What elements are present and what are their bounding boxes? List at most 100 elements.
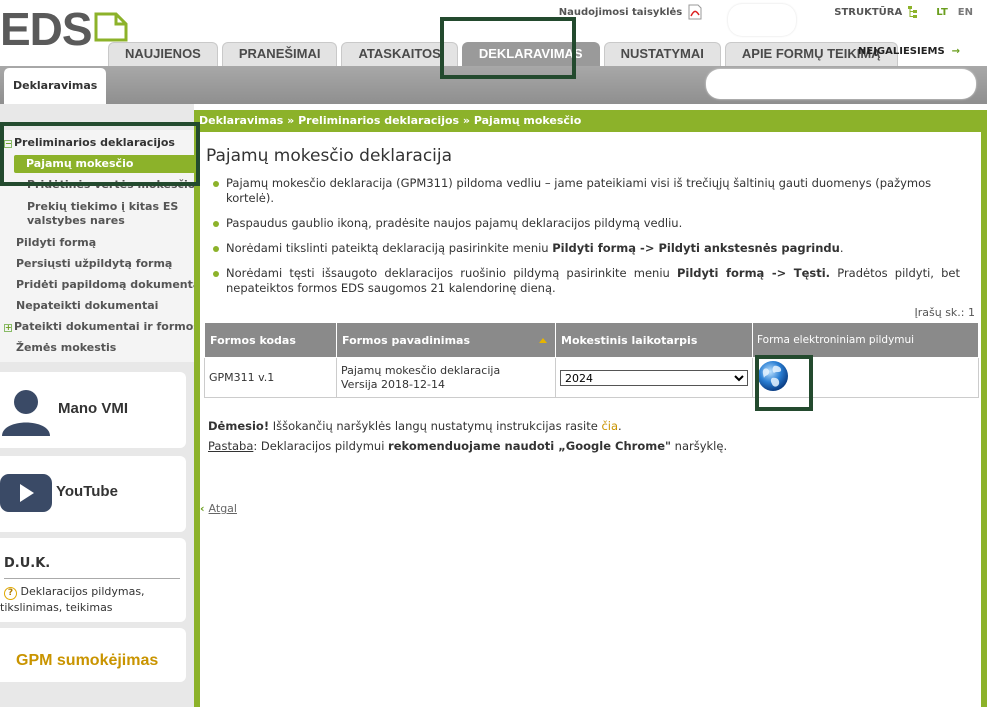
sidebar-item-pajamu-mokescio[interactable]: Pajamų mokesčio [14, 155, 194, 173]
sidebar-item-pildyti-forma[interactable]: Pildyti formą [16, 236, 96, 249]
col-header-form: Forma elektroniniam pildymui [752, 322, 979, 358]
sidebar-item-pvm[interactable]: Pridėtinės vertės mokesčio [27, 178, 195, 191]
redacted-search-area [706, 69, 976, 99]
sitemap-icon [908, 6, 918, 18]
tab-ataskaitos[interactable]: ATASKAITOS [341, 42, 458, 66]
record-count: Įrašų sk.: 1 [914, 306, 975, 319]
cell-period: 2024 [555, 357, 753, 398]
breadcrumb-pajamu: » Pajamų mokesčio [462, 114, 582, 127]
sidebar-item-prekiu-tiekimo-cont[interactable]: valstybes nares [27, 214, 125, 227]
collapse-icon[interactable]: − [4, 140, 12, 148]
note-label: Pastaba [208, 439, 254, 453]
page-title: Pajamų mokesčio deklaracija [206, 146, 453, 166]
tab-nustatymai[interactable]: NUSTATYMAI [603, 42, 721, 66]
breadcrumb-preliminarios[interactable]: Preliminarios deklaracijos [298, 114, 459, 127]
info-emphasis: Pildyti formą -> Pildyti ankstesnės pagr… [552, 241, 840, 255]
attention-end: . [618, 419, 622, 433]
sidebar-item-label: Pateikti dokumentai ir formos [14, 320, 200, 333]
tab-naujienos[interactable]: NAUJIENOS [108, 42, 218, 66]
main-content: Pajamų mokesčio deklaracija Pajamų mokes… [200, 132, 981, 707]
divider [4, 578, 180, 579]
youtube-card[interactable]: YouTube [0, 456, 186, 532]
sidebar-item-prideti-dokumenta[interactable]: Pridėti papildomą dokumentą [16, 278, 200, 291]
info-emphasis: Pildyti formą -> Tęsti. [677, 266, 831, 280]
col-header-period[interactable]: Mokestinis laikotarpis [555, 322, 753, 358]
structure-link[interactable]: STRUKTŪRA [834, 7, 902, 18]
document-icon [94, 12, 128, 42]
attention-text: Iššokančių naršyklės langų nustatymų ins… [269, 419, 602, 433]
info-item: Pajamų mokesčio deklaracija (GPM311) pil… [212, 176, 960, 206]
instructions-link[interactable]: čia [601, 419, 618, 433]
redacted-user-area [728, 4, 796, 36]
back-link[interactable]: ‹ Atgal [200, 502, 237, 515]
notices: Dėmesio! Iššokančių naršyklės langų nust… [208, 416, 727, 456]
sidebar-item-pateikti[interactable]: + Pateikti dokumentai ir formos [4, 320, 200, 333]
duk-faq-text: Deklaracijos pildymas, tikslinimas, teik… [0, 585, 145, 614]
sidebar-item-persiusti[interactable]: Persiųsti užpildytą formą [16, 257, 172, 270]
tab-pranesimai[interactable]: PRANEŠIMAI [221, 42, 338, 66]
attention-notice: Dėmesio! Iššokančių naršyklės langų nust… [208, 416, 727, 436]
info-text: . [839, 241, 844, 255]
duk-card: D.U.K. ? Deklaracijos pildymas, tikslini… [0, 538, 186, 622]
note-text: : Deklaracijos pildymui [253, 439, 389, 453]
sort-asc-icon[interactable] [539, 337, 547, 343]
table-header-row: Formos kodas Formos pavadinimas Mokestin… [204, 322, 979, 358]
main-tabs: NAUJIENOS PRANEŠIMAI ATASKAITOS DEKLARAV… [108, 42, 898, 66]
note-notice: Pastaba: Deklaracijos pildymui rekomendu… [208, 436, 727, 456]
note-end: naršyklę. [671, 439, 728, 453]
breadcrumb: Deklaravimas » Preliminarios deklaracijo… [199, 114, 581, 127]
back-link-label: Atgal [208, 502, 237, 515]
chevron-left-icon: ‹ [200, 502, 205, 515]
accessibility-label: NEĮGALIESIEMS [858, 46, 945, 57]
cell-form [752, 357, 979, 398]
info-text: Norėdami tęsti išsaugoto deklaracijos ru… [226, 266, 677, 280]
form-name: Pajamų mokesčio deklaracija [341, 363, 501, 377]
question-icon: ? [4, 587, 17, 600]
sub-navigation-bar: Deklaravimas [0, 66, 987, 104]
rules-link[interactable]: Naudojimosi taisyklės [559, 7, 683, 18]
youtube-play-icon [0, 474, 52, 512]
duk-title: D.U.K. [4, 556, 51, 571]
gpm-card[interactable]: GPM sumokėjimas [0, 628, 186, 682]
col-header-name[interactable]: Formos pavadinimas [336, 322, 556, 358]
col-header-label: Formos pavadinimas [342, 333, 471, 347]
gpm-label: GPM sumokėjimas [16, 652, 159, 669]
duk-faq-link[interactable]: ? Deklaracijos pildymas, tikslinimas, te… [0, 584, 180, 615]
sidebar-item-nepateikti[interactable]: Nepateikti dokumentai [16, 299, 158, 312]
cell-code: GPM311 v.1 [204, 357, 337, 398]
col-header-code[interactable]: Formos kodas [204, 322, 337, 358]
accessibility-link[interactable]: NEĮGALIESIEMS → [858, 46, 960, 57]
mano-vmi-card[interactable]: Mano VMI [0, 372, 186, 448]
lang-en[interactable]: EN [958, 7, 973, 18]
breadcrumb-deklaravimas[interactable]: Deklaravimas » [199, 114, 294, 127]
note-emphasis: rekomenduojame naudoti „Google Chrome" [388, 439, 671, 453]
tab-deklaravimas[interactable]: DEKLARAVIMAS [461, 42, 600, 66]
period-select[interactable]: 2024 [560, 369, 748, 386]
info-item: Paspaudus gaublio ikoną, pradėsite naujo… [212, 216, 960, 231]
sidebar-item-zemes-mokestis[interactable]: Žemės mokestis [16, 341, 116, 354]
sidebar-item-label: Preliminarios deklaracijos [14, 136, 175, 149]
sidebar-menu: − Preliminarios deklaracijos Pajamų mokes… [0, 130, 200, 362]
expand-icon[interactable]: + [4, 324, 12, 332]
attention-label: Dėmesio! [208, 419, 270, 433]
youtube-label: YouTube [56, 483, 118, 500]
user-icon [2, 390, 50, 436]
pdf-icon[interactable] [688, 4, 702, 20]
sidebar-item-preliminarios[interactable]: − Preliminarios deklaracijos [4, 136, 175, 149]
forms-table: Formos kodas Formos pavadinimas Mokestin… [204, 322, 979, 398]
mano-vmi-label: Mano VMI [58, 400, 128, 417]
info-list: Pajamų mokesčio deklaracija (GPM311) pil… [212, 176, 960, 306]
lang-lt[interactable]: LT [936, 7, 948, 18]
info-item: Norėdami tikslinti pateiktą deklaraciją … [212, 241, 960, 256]
table-row: GPM311 v.1 Pajamų mokesčio deklaracija V… [204, 357, 979, 398]
arrow-right-icon: → [948, 46, 961, 57]
info-item: Norėdami tęsti išsaugoto deklaracijos ru… [212, 266, 960, 296]
sidebar-item-prekiu-tiekimo[interactable]: Prekių tiekimo į kitas ES [27, 200, 178, 213]
subtab-deklaravimas[interactable]: Deklaravimas [4, 68, 107, 104]
site-header: EDS Naudojimosi taisyklės STRUKTŪRA LT E… [0, 0, 987, 104]
form-version: Versija 2018-12-14 [341, 377, 445, 391]
main-frame: Deklaravimas » Preliminarios deklaracijo… [194, 110, 987, 707]
cell-name: Pajamų mokesčio deklaracija Versija 2018… [336, 357, 556, 398]
info-text: Norėdami tikslinti pateiktą deklaraciją … [226, 241, 553, 255]
globe-icon[interactable] [757, 360, 789, 392]
